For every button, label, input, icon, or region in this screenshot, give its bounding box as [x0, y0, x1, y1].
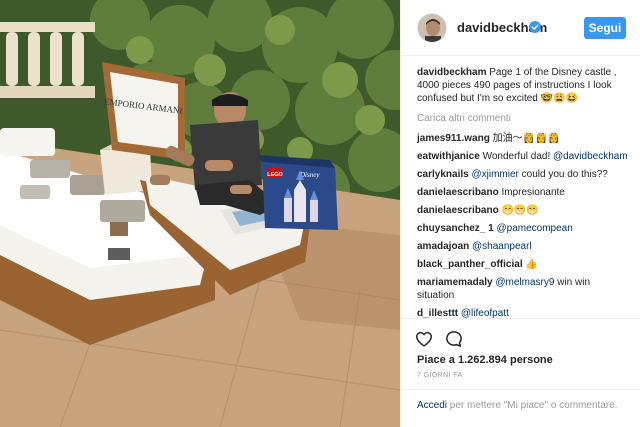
verified-badge-icon — [529, 21, 541, 33]
comment-username-link[interactable]: amadajoan — [417, 241, 469, 252]
comment-username-link[interactable]: james911.wang — [417, 133, 490, 144]
post-header: davidbeckham Segui — [401, 0, 640, 56]
comment-username-link[interactable]: black_panther_official — [417, 259, 523, 270]
login-prompt-bar: Accedi per mettere "Mi piace" o commenta… — [401, 389, 640, 411]
comment-item: black_panther_official 👍 — [417, 258, 629, 271]
comment-mention-link[interactable]: @pamecompean — [497, 223, 573, 234]
heart-outline-icon[interactable] — [415, 331, 433, 347]
post-caption: davidbeckham Page 1 of the Disney castle… — [417, 66, 629, 105]
comment-item: chuysanchez_ 1 @pamecompean — [417, 222, 629, 235]
comment-item: mariamemadaly @melmasry9 win win situati… — [417, 276, 629, 302]
post-side-panel: davidbeckham Segui davidbeckham Page 1 o… — [400, 0, 640, 427]
post-photo: EMPORIO ARMANI LEGO Disney — [0, 0, 400, 427]
post-actions: Piace a 1.262.894 persone 7 GIORNI FA Ac… — [401, 318, 640, 427]
login-prompt: Accedi per mettere "Mi piace" o commenta… — [417, 399, 627, 412]
comments-list: davidbeckham Page 1 of the Disney castle… — [417, 66, 629, 325]
comment-mention-link[interactable]: @melmasry9 — [495, 277, 554, 288]
comment-username-link[interactable]: mariamemadaly — [417, 277, 493, 288]
comment-item: danielaescribano Impresionante — [417, 186, 629, 199]
comment-text: Wonderful dad! — [479, 151, 554, 162]
comment-text: could you do this?? — [518, 169, 608, 180]
box-logo-text: LEGO — [267, 172, 283, 178]
post-timestamp: 7 GIORNI FA — [417, 372, 463, 379]
comment-text: 加油～👸👸👸 — [489, 133, 560, 144]
comment-username-link[interactable]: danielaescribano — [417, 187, 499, 198]
photo-scene: EMPORIO ARMANI LEGO Disney — [0, 0, 400, 427]
comment-item: amadajoan @shaanpearl — [417, 240, 629, 253]
comment-item: james911.wang 加油～👸👸👸 — [417, 132, 629, 145]
comment-bubble-icon[interactable] — [445, 330, 463, 348]
login-prompt-text: per mettere "Mi piace" o commentare. — [447, 400, 618, 411]
avatar-image — [418, 14, 446, 42]
avatar[interactable] — [417, 13, 447, 43]
caption-username-link[interactable]: davidbeckham — [417, 67, 486, 78]
comment-text: Impresionante — [498, 187, 565, 198]
comment-mention-link[interactable]: @davidbeckham — [553, 151, 628, 162]
comment-mention-link[interactable]: @shaanpearl — [472, 241, 532, 252]
comment-username-link[interactable]: chuysanchez_ 1 — [417, 223, 494, 234]
comment-mention-link[interactable]: @xjimmier — [472, 169, 519, 180]
comment-username-link[interactable]: eatwithjanice — [417, 151, 480, 162]
load-more-comments-link[interactable]: Carica altri commenti — [417, 112, 629, 125]
likes-count[interactable]: Piace a 1.262.894 persone — [417, 354, 553, 366]
comment-username-link[interactable]: carlyknails — [417, 169, 469, 180]
comment-username-link[interactable]: danielaescribano — [417, 205, 499, 216]
login-link[interactable]: Accedi — [417, 400, 447, 411]
comment-item: eatwithjanice Wonderful dad! @davidbeckh… — [417, 150, 629, 163]
follow-button[interactable]: Segui — [584, 17, 626, 39]
comment-text: 😁😁😁 — [498, 205, 539, 216]
comment-item: carlyknails @xjimmier could you do this?… — [417, 168, 629, 181]
comment-text: 👍 — [522, 259, 538, 270]
lego-castle-box: LEGO Disney — [258, 155, 338, 230]
comment-item: danielaescribano 😁😁😁 — [417, 204, 629, 217]
